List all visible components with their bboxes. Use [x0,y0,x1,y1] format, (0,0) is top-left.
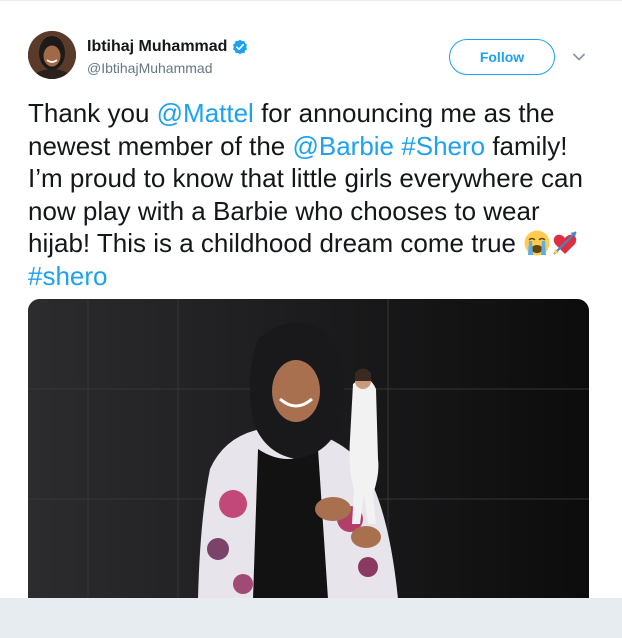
tweet-text-segment: Thank you [28,98,157,128]
follow-button[interactable]: Follow [449,39,555,75]
user-name-row[interactable]: Ibtihaj Muhammad [87,38,248,56]
heart-with-arrow-emoji-icon [551,229,579,257]
mention-link-mattel[interactable]: @Mattel [157,98,254,128]
crying-face-emoji-icon [523,229,551,257]
page-background-strip [0,598,622,638]
avatar[interactable] [28,31,76,79]
hashtag-link-shero[interactable]: #Shero [401,131,485,161]
verified-badge-icon [232,39,248,55]
display-name[interactable]: Ibtihaj Muhammad [87,38,227,56]
tweet-media-photo[interactable] [28,299,589,598]
tweet-card: Ibtihaj Muhammad @IbtihajMuhammad Follow… [0,0,622,598]
chevron-down-icon[interactable] [571,50,587,62]
hashtag-link-shero-lower[interactable]: #shero [28,261,108,291]
screen-name[interactable]: @IbtihajMuhammad [87,60,213,76]
mention-link-barbie[interactable]: @Barbie [292,131,394,161]
tweet-text: Thank you @Mattel for announcing me as t… [28,97,608,292]
